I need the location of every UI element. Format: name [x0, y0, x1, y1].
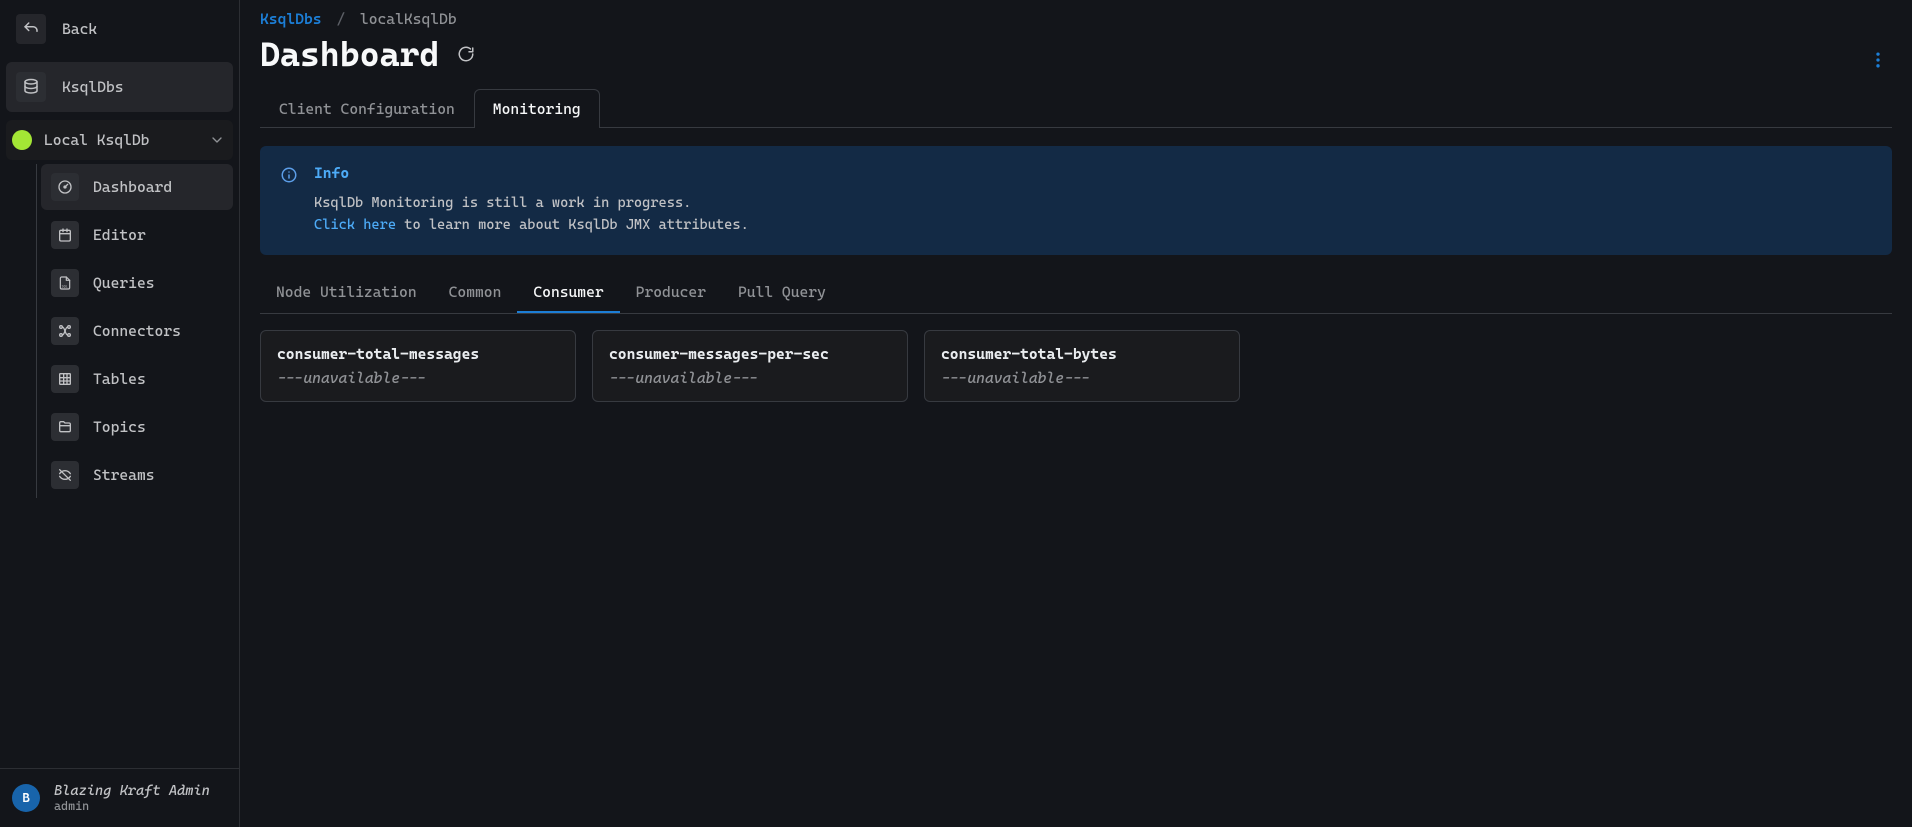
- card-consumer-total-messages: consumer-total-messages ---unavailable--…: [260, 330, 576, 402]
- sidebar-item-label: Connectors: [93, 322, 181, 340]
- sidebar-item-tables[interactable]: Tables: [41, 356, 233, 402]
- dots-vertical-icon: [1868, 50, 1888, 70]
- sidebar-local-label: Local KsqlDb: [44, 131, 197, 149]
- user-role: admin: [54, 799, 210, 813]
- card-consumer-messages-per-sec: consumer-messages-per-sec ---unavailable…: [592, 330, 908, 402]
- tab-client-configuration[interactable]: Client Configuration: [260, 89, 474, 128]
- sub-tabs: Node Utilization Common Consumer Produce…: [260, 273, 1892, 314]
- sidebar-item-streams[interactable]: Streams: [41, 452, 233, 498]
- metric-cards: consumer-total-messages ---unavailable--…: [260, 330, 1892, 402]
- sidebar-item-label: Tables: [93, 370, 146, 388]
- sidebar-item-editor[interactable]: Editor: [41, 212, 233, 258]
- breadcrumb-current: localKsqlDb: [360, 10, 457, 28]
- breadcrumb: KsqlDbs / localKsqlDb: [260, 10, 1892, 28]
- database-icon: [16, 72, 46, 102]
- info-icon: [280, 166, 298, 237]
- card-title: consumer-total-bytes: [941, 345, 1223, 363]
- subtab-producer[interactable]: Producer: [620, 273, 722, 313]
- breadcrumb-link-ksqldbs[interactable]: KsqlDbs: [260, 10, 322, 28]
- folder-icon: [51, 413, 79, 441]
- main-content: KsqlDbs / localKsqlDb Dashboard Client C…: [240, 0, 1912, 827]
- refresh-icon: [457, 45, 475, 63]
- card-value: ---unavailable---: [609, 369, 891, 387]
- more-button[interactable]: [1868, 50, 1888, 70]
- subtab-consumer[interactable]: Consumer: [517, 273, 619, 313]
- svg-text:SQL: SQL: [62, 285, 68, 289]
- sidebar-subnav: Dashboard Editor SQL Queries Connectors: [36, 164, 233, 498]
- sidebar-ksqldbs-label: KsqlDbs: [62, 78, 124, 96]
- avatar: B: [12, 784, 40, 812]
- subtab-node-utilization[interactable]: Node Utilization: [260, 273, 433, 313]
- card-value: ---unavailable---: [277, 369, 559, 387]
- page-title: Dashboard: [260, 34, 439, 74]
- card-consumer-total-bytes: consumer-total-bytes ---unavailable---: [924, 330, 1240, 402]
- info-title: Info: [314, 164, 749, 182]
- info-content: Info KsqlDb Monitoring is still a work i…: [314, 164, 749, 237]
- sql-file-icon: SQL: [51, 269, 79, 297]
- sidebar-item-queries[interactable]: SQL Queries: [41, 260, 233, 306]
- table-icon: [51, 365, 79, 393]
- sidebar: Back KsqlDbs Local KsqlDb Dashboard: [0, 0, 240, 827]
- sidebar-item-connectors[interactable]: Connectors: [41, 308, 233, 354]
- status-dot-icon: [12, 130, 32, 150]
- info-link[interactable]: Click here: [314, 217, 396, 233]
- subtab-pull-query[interactable]: Pull Query: [722, 273, 842, 313]
- sidebar-item-label: Topics: [93, 418, 146, 436]
- page-title-row: Dashboard: [260, 34, 1892, 74]
- card-title: consumer-total-messages: [277, 345, 559, 363]
- tab-monitoring[interactable]: Monitoring: [474, 89, 600, 128]
- user-name: Blazing Kraft Admin: [54, 783, 210, 799]
- info-alert: Info KsqlDb Monitoring is still a work i…: [260, 146, 1892, 255]
- user-profile[interactable]: B Blazing Kraft Admin admin: [0, 768, 239, 827]
- top-tabs: Client Configuration Monitoring: [260, 88, 1892, 128]
- info-line2-suffix: to learn more about KsqlDb JMX attribute…: [396, 217, 749, 233]
- back-button[interactable]: Back: [6, 6, 233, 52]
- card-value: ---unavailable---: [941, 369, 1223, 387]
- sidebar-item-label: Editor: [93, 226, 146, 244]
- refresh-button[interactable]: [457, 45, 475, 63]
- sidebar-item-local-ksqldb[interactable]: Local KsqlDb: [6, 120, 233, 160]
- sidebar-item-label: Queries: [93, 274, 155, 292]
- sidebar-item-label: Streams: [93, 466, 155, 484]
- card-title: consumer-messages-per-sec: [609, 345, 891, 363]
- sidebar-item-ksqldbs[interactable]: KsqlDbs: [6, 62, 233, 112]
- chevron-down-icon: [209, 132, 225, 148]
- subtab-common[interactable]: Common: [433, 273, 518, 313]
- info-line1: KsqlDb Monitoring is still a work in pro…: [314, 195, 691, 211]
- user-info: Blazing Kraft Admin admin: [54, 783, 210, 813]
- info-text: KsqlDb Monitoring is still a work in pro…: [314, 192, 749, 237]
- back-icon: [16, 14, 46, 44]
- breadcrumb-separator: /: [336, 10, 345, 28]
- back-label: Back: [62, 20, 97, 38]
- sidebar-item-dashboard[interactable]: Dashboard: [41, 164, 233, 210]
- gauge-icon: [51, 173, 79, 201]
- stream-icon: [51, 461, 79, 489]
- calendar-icon: [51, 221, 79, 249]
- connectors-icon: [51, 317, 79, 345]
- sidebar-item-label: Dashboard: [93, 178, 172, 196]
- sidebar-item-topics[interactable]: Topics: [41, 404, 233, 450]
- sidebar-nav: Back KsqlDbs Local KsqlDb Dashboard: [0, 0, 239, 768]
